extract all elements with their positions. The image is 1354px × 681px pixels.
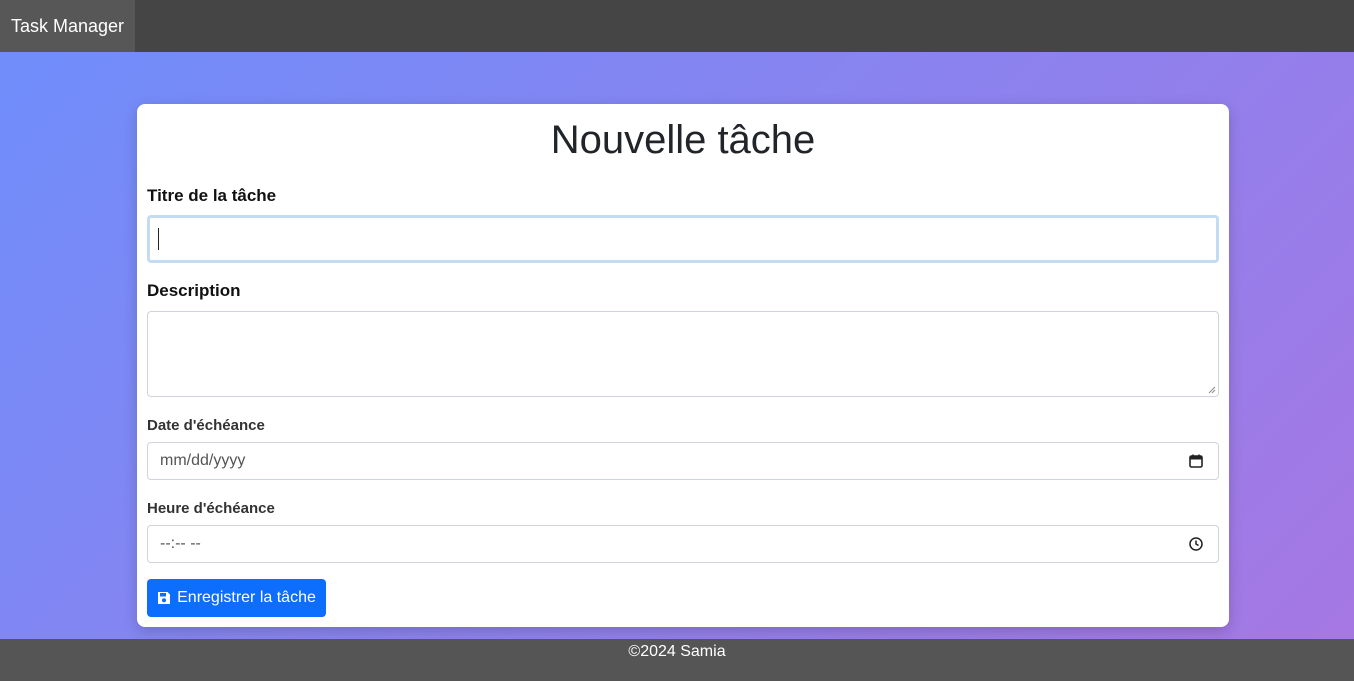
text-caret — [158, 228, 159, 250]
time-input[interactable]: --:-- -- — [147, 525, 1219, 563]
footer: ©2024 Samia — [0, 639, 1354, 681]
time-placeholder: --:-- -- — [160, 535, 201, 552]
calendar-icon[interactable] — [1188, 453, 1204, 469]
save-task-button[interactable]: Enregistrer la tâche — [147, 579, 326, 617]
date-placeholder: mm/dd/yyyy — [160, 452, 246, 469]
resize-handle-icon[interactable] — [1208, 386, 1216, 394]
save-icon — [158, 592, 171, 604]
clock-icon[interactable] — [1188, 536, 1204, 552]
page-title: Nouvelle tâche — [550, 118, 816, 162]
date-input[interactable]: mm/dd/yyyy — [147, 442, 1219, 480]
title-label: Titre de la tâche — [147, 186, 277, 205]
title-input[interactable] — [147, 215, 1219, 263]
navbar-brand[interactable]: Task Manager — [0, 0, 135, 52]
task-form-card: Nouvelle tâche Titre de la tâche Descrip… — [137, 104, 1229, 627]
save-task-label: Enregistrer la tâche — [177, 589, 316, 606]
footer-text: ©2024 Samia — [628, 643, 726, 660]
description-label: Description — [147, 281, 241, 300]
date-label: Date d'échéance — [147, 417, 265, 434]
navbar: Task Manager — [0, 0, 1354, 52]
time-label: Heure d'échéance — [147, 500, 275, 517]
description-textarea[interactable] — [147, 311, 1219, 397]
